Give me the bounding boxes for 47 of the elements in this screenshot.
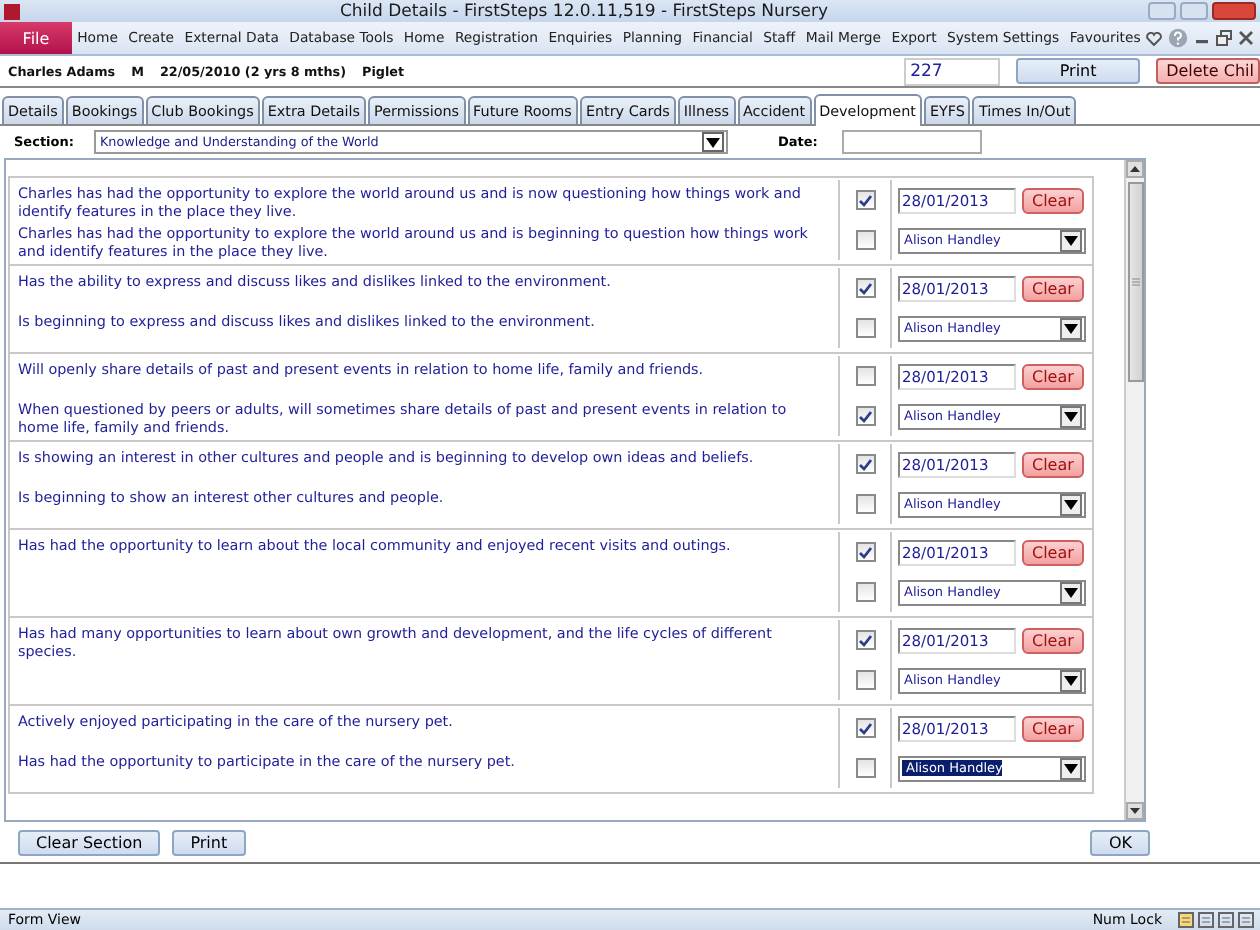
scroll-thumb[interactable] xyxy=(1127,182,1143,382)
checkbox[interactable] xyxy=(855,630,875,650)
dropdown-caret-icon[interactable] xyxy=(1060,405,1082,427)
checkbox[interactable] xyxy=(855,758,875,778)
dropdown-caret-icon[interactable] xyxy=(1060,581,1082,603)
clear-button[interactable]: Clear xyxy=(1022,187,1084,213)
form-view-icon[interactable] xyxy=(1178,912,1194,928)
clear-button[interactable]: Clear xyxy=(1022,715,1084,741)
scrollbar[interactable] xyxy=(1124,160,1144,820)
dropdown-caret-icon[interactable] xyxy=(1060,317,1082,339)
dropdown-caret-icon[interactable] xyxy=(1060,229,1082,251)
print-button[interactable]: Print xyxy=(172,829,246,855)
checkbox[interactable] xyxy=(855,190,875,210)
child-number-field: 227 xyxy=(904,57,1001,85)
checkbox[interactable] xyxy=(855,494,875,514)
date-field[interactable] xyxy=(841,130,982,154)
delete-child-button[interactable]: Delete Chil xyxy=(1156,58,1260,84)
checkbox[interactable] xyxy=(855,670,875,690)
checkbox[interactable] xyxy=(855,278,875,298)
clear-button[interactable]: Clear xyxy=(1022,627,1084,653)
checkbox[interactable] xyxy=(855,454,875,474)
checkbox[interactable] xyxy=(855,230,875,250)
restore-icon[interactable] xyxy=(1216,30,1232,46)
dropdown-caret-icon[interactable] xyxy=(1060,493,1082,515)
scroll-down-arrow-icon[interactable] xyxy=(1126,802,1144,820)
print-button[interactable]: Print xyxy=(1016,58,1141,84)
clear-button[interactable]: Clear xyxy=(1022,275,1084,301)
clear-button[interactable]: Clear xyxy=(1022,363,1084,389)
checkbox[interactable] xyxy=(855,582,875,602)
window-title: Child Details - FirstSteps 12.0.11,519 - FirstSteps Nursery xyxy=(337,1,831,21)
file-tab[interactable]: File xyxy=(0,22,72,54)
checkbox[interactable] xyxy=(855,406,875,426)
dropdown-caret-icon[interactable] xyxy=(1060,669,1082,691)
clear-section-button[interactable]: Clear Section xyxy=(18,829,161,855)
heart-icon[interactable] xyxy=(1146,31,1162,45)
checkbox[interactable] xyxy=(855,718,875,738)
checkbox[interactable] xyxy=(855,366,875,386)
clear-button[interactable]: Clear xyxy=(1022,451,1084,477)
close-icon[interactable] xyxy=(1238,30,1254,46)
clear-button[interactable]: Clear xyxy=(1022,539,1084,565)
ok-button[interactable]: OK xyxy=(1090,829,1150,855)
dropdown-caret-icon[interactable] xyxy=(1060,757,1082,779)
app-icon[interactable] xyxy=(4,3,20,19)
scroll-up-arrow-icon[interactable] xyxy=(1126,160,1144,178)
dropdown-caret-icon[interactable] xyxy=(701,132,724,152)
checkbox[interactable] xyxy=(855,318,875,338)
checkbox[interactable] xyxy=(855,542,875,562)
